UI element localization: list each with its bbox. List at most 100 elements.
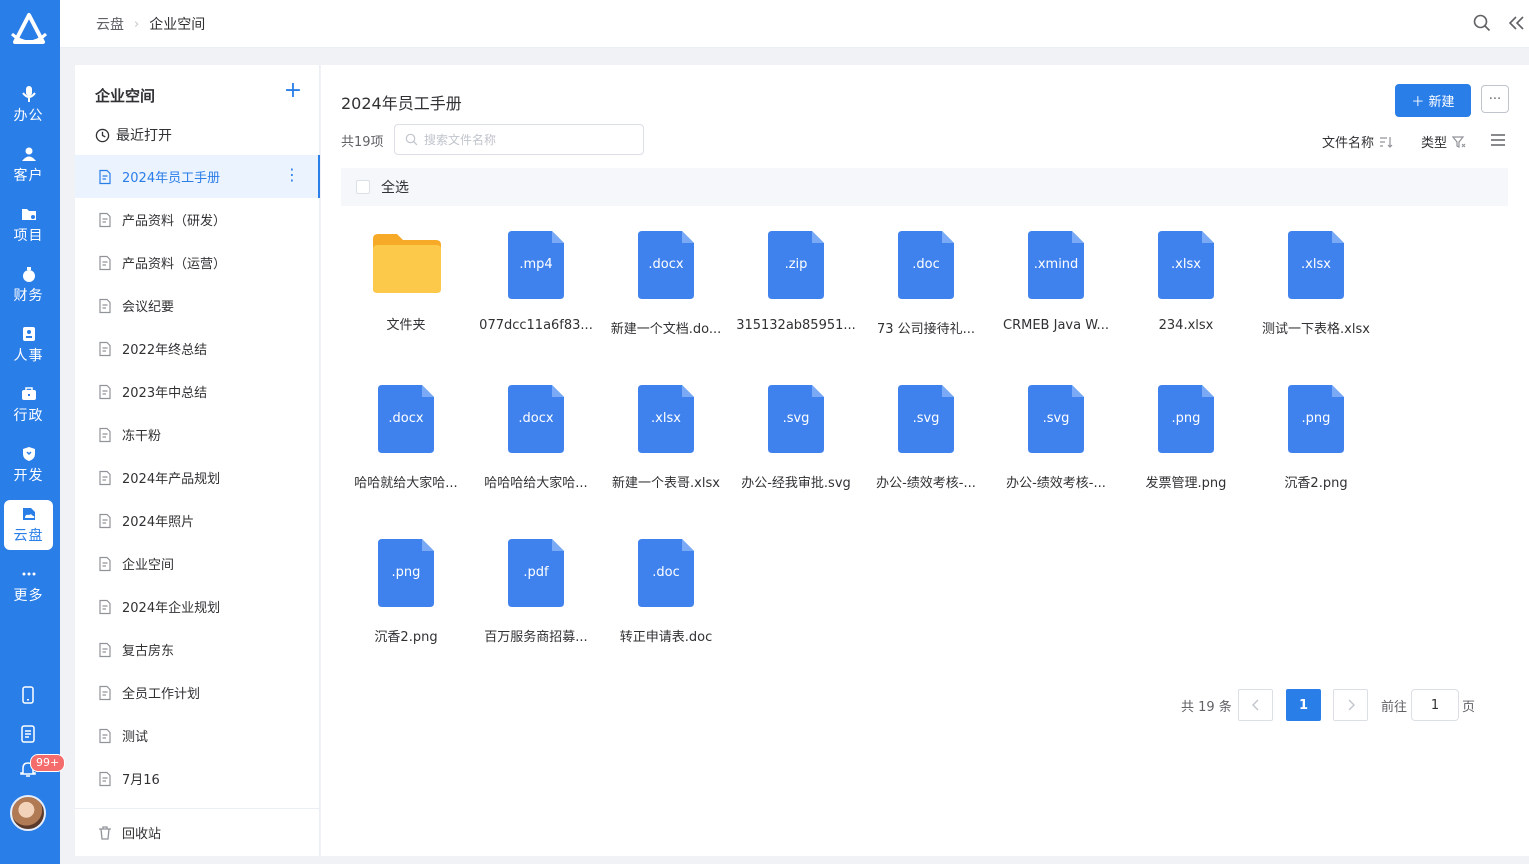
nav-item-customer[interactable]: 客户	[4, 140, 53, 190]
folder-more-icon[interactable]: ⋮	[284, 167, 300, 183]
recent-open-label: 最近打开	[116, 128, 172, 144]
folder-title: 2024年员工手册	[341, 94, 462, 113]
file-extension-label: .docx	[388, 411, 424, 426]
collapse-double-chevron-icon[interactable]	[1507, 13, 1527, 33]
nav-label: 财务	[13, 288, 44, 304]
sidebar-folder-item[interactable]: 2024年产品规划	[75, 456, 320, 499]
goto-page-input[interactable]	[1411, 689, 1459, 721]
list-view-icon[interactable]	[1489, 132, 1507, 148]
file-tile[interactable]: .zip 315132ab85951...	[731, 215, 861, 355]
sidebar-folder-label: 2024年产品规划	[122, 472, 221, 487]
file-extension-label: .xlsx	[651, 411, 681, 426]
sidebar-folder-item[interactable]: 企业空间	[75, 542, 320, 585]
recycle-bin-link[interactable]: 回收站	[75, 808, 320, 856]
sidebar-folder-item[interactable]: 测试	[75, 714, 320, 757]
document-icon	[97, 771, 113, 787]
nav-item-admin[interactable]: 行政	[4, 380, 53, 430]
sidebar-folder-item[interactable]: 复古房东	[75, 628, 320, 671]
chevron-right-icon: ›	[134, 16, 140, 32]
space-sidebar: 企业空间 + 最近打开 2024年员工手册 ⋮ 产品资料（研发） 产品资料（运营） 会议…	[75, 65, 320, 856]
nav-item-dev[interactable]: 开发	[4, 440, 53, 490]
nav-label: 人事	[13, 348, 44, 364]
file-tile[interactable]: .xmind CRMEB Java W...	[991, 215, 1121, 355]
file-tile[interactable]: .mp4 077dcc11a6f83...	[471, 215, 601, 355]
sidebar-folder-item[interactable]: 2024年照片	[75, 499, 320, 542]
file-search-input[interactable]	[424, 132, 624, 147]
sidebar-folder-item[interactable]: 2023年中总结	[75, 370, 320, 413]
document-icon	[97, 728, 113, 744]
file-tile[interactable]: .svg 办公-绩效考核-...	[991, 369, 1121, 509]
file-name: 234.xlsx	[1158, 318, 1214, 333]
add-folder-plus-icon[interactable]: +	[283, 80, 303, 102]
file-name: 测试一下表格.xlsx	[1262, 322, 1370, 337]
file-tile[interactable]: .png 沉香2.png	[341, 523, 471, 663]
file-name: 新建一个表哥.xlsx	[612, 476, 720, 491]
folder-tile[interactable]: 文件夹	[341, 215, 471, 355]
nav-item-hr[interactable]: 人事	[4, 320, 53, 370]
nav-item-project[interactable]: 项目	[4, 200, 53, 250]
nav-item-office[interactable]: 办公	[4, 80, 53, 130]
mobile-icon[interactable]	[18, 685, 38, 705]
file-tile[interactable]: .xlsx 新建一个表哥.xlsx	[601, 369, 731, 509]
search-icon[interactable]	[1472, 13, 1492, 33]
next-page-button[interactable]	[1333, 689, 1368, 721]
user-avatar[interactable]	[10, 795, 46, 831]
sidebar-folder-item[interactable]: 会议纪要	[75, 284, 320, 327]
sidebar-folder-label: 会议纪要	[122, 300, 175, 315]
file-tile[interactable]: .svg 办公-绩效考核-...	[861, 369, 991, 509]
sidebar-folder-item[interactable]: 产品资料（研发）	[75, 198, 320, 241]
file-tile[interactable]: .docx 新建一个文档.do...	[601, 215, 731, 355]
file-tile[interactable]: .docx 哈哈哈给大家哈...	[471, 369, 601, 509]
sidebar-folder-item[interactable]: 全员工作计划	[75, 671, 320, 714]
filter-by-type-label: 类型	[1421, 136, 1448, 151]
sidebar-folder-item[interactable]: 冻干粉	[75, 413, 320, 456]
document-icon	[97, 384, 113, 400]
page-number-current[interactable]: 1	[1286, 689, 1321, 721]
file-search-box[interactable]	[394, 124, 644, 155]
file-tile[interactable]: .doc 73 公司接待礼...	[861, 215, 991, 355]
sidebar-folder-item[interactable]: 7月16	[75, 757, 320, 800]
sidebar-folder-item[interactable]: 2022年终总结	[75, 327, 320, 370]
select-all-checkbox[interactable]	[356, 180, 370, 194]
sidebar-folder-label: 测试	[122, 730, 149, 745]
sidebar-folder-item[interactable]: 产品资料（运营）	[75, 241, 320, 284]
file-tile[interactable]: .docx 哈哈就给大家哈...	[341, 369, 471, 509]
file-tile[interactable]: .pdf 百万服务商招募...	[471, 523, 601, 663]
prev-page-button[interactable]	[1238, 689, 1273, 721]
task-list-icon[interactable]	[18, 724, 38, 744]
mic-icon	[20, 85, 38, 103]
nav-label: 云盘	[13, 528, 44, 544]
file-name: 077dcc11a6f83...	[479, 318, 593, 333]
file-tile[interactable]: .png 发票管理.png	[1121, 369, 1251, 509]
file-tile[interactable]: .doc 转正申请表.doc	[601, 523, 731, 663]
document-icon	[97, 212, 113, 228]
folder-icon	[20, 205, 38, 223]
sidebar-folder-label: 7月16	[122, 773, 160, 788]
chevron-left-icon	[1251, 699, 1258, 711]
file-tile[interactable]: .xlsx 234.xlsx	[1121, 215, 1251, 355]
breadcrumb: 云盘 › 企业空间	[96, 14, 205, 34]
file-extension-label: .docx	[648, 257, 684, 272]
file-tile[interactable]: .svg 办公-经我审批.svg	[731, 369, 861, 509]
recent-open-link[interactable]: 最近打开	[95, 125, 172, 145]
file-name: 哈哈就给大家哈...	[354, 476, 458, 491]
file-name: 315132ab85951...	[736, 318, 856, 333]
document-icon	[97, 599, 113, 615]
file-tile[interactable]: .xlsx 测试一下表格.xlsx	[1251, 215, 1381, 355]
sidebar-folder-label: 2022年终总结	[122, 343, 208, 358]
app-logo-icon[interactable]	[8, 10, 50, 52]
breadcrumb-item-root[interactable]: 云盘	[96, 14, 124, 34]
sidebar-folder-item[interactable]: 2024年企业规划	[75, 585, 320, 628]
sidebar-folder-label: 产品资料（研发）	[122, 214, 227, 229]
goto-label: 前往	[1381, 699, 1408, 715]
sort-by-name[interactable]: 文件名称	[1322, 132, 1393, 151]
more-actions-button[interactable]: ···	[1481, 85, 1509, 113]
sidebar-folder-item[interactable]: 2024年员工手册 ⋮	[75, 155, 320, 198]
new-button[interactable]: ＋ 新建	[1395, 84, 1471, 117]
nav-item-more[interactable]: 更多	[4, 560, 53, 610]
nav-item-cloud-disk[interactable]: 云盘	[4, 500, 53, 550]
nav-item-finance[interactable]: 财务	[4, 260, 53, 310]
file-tile[interactable]: .png 沉香2.png	[1251, 369, 1381, 509]
filter-by-type[interactable]: 类型	[1421, 132, 1466, 151]
file-browser: 2024年员工手册 共19项 ＋ 新建 ··· 文件名称 类型 全选 文件夹 .m…	[321, 65, 1529, 856]
